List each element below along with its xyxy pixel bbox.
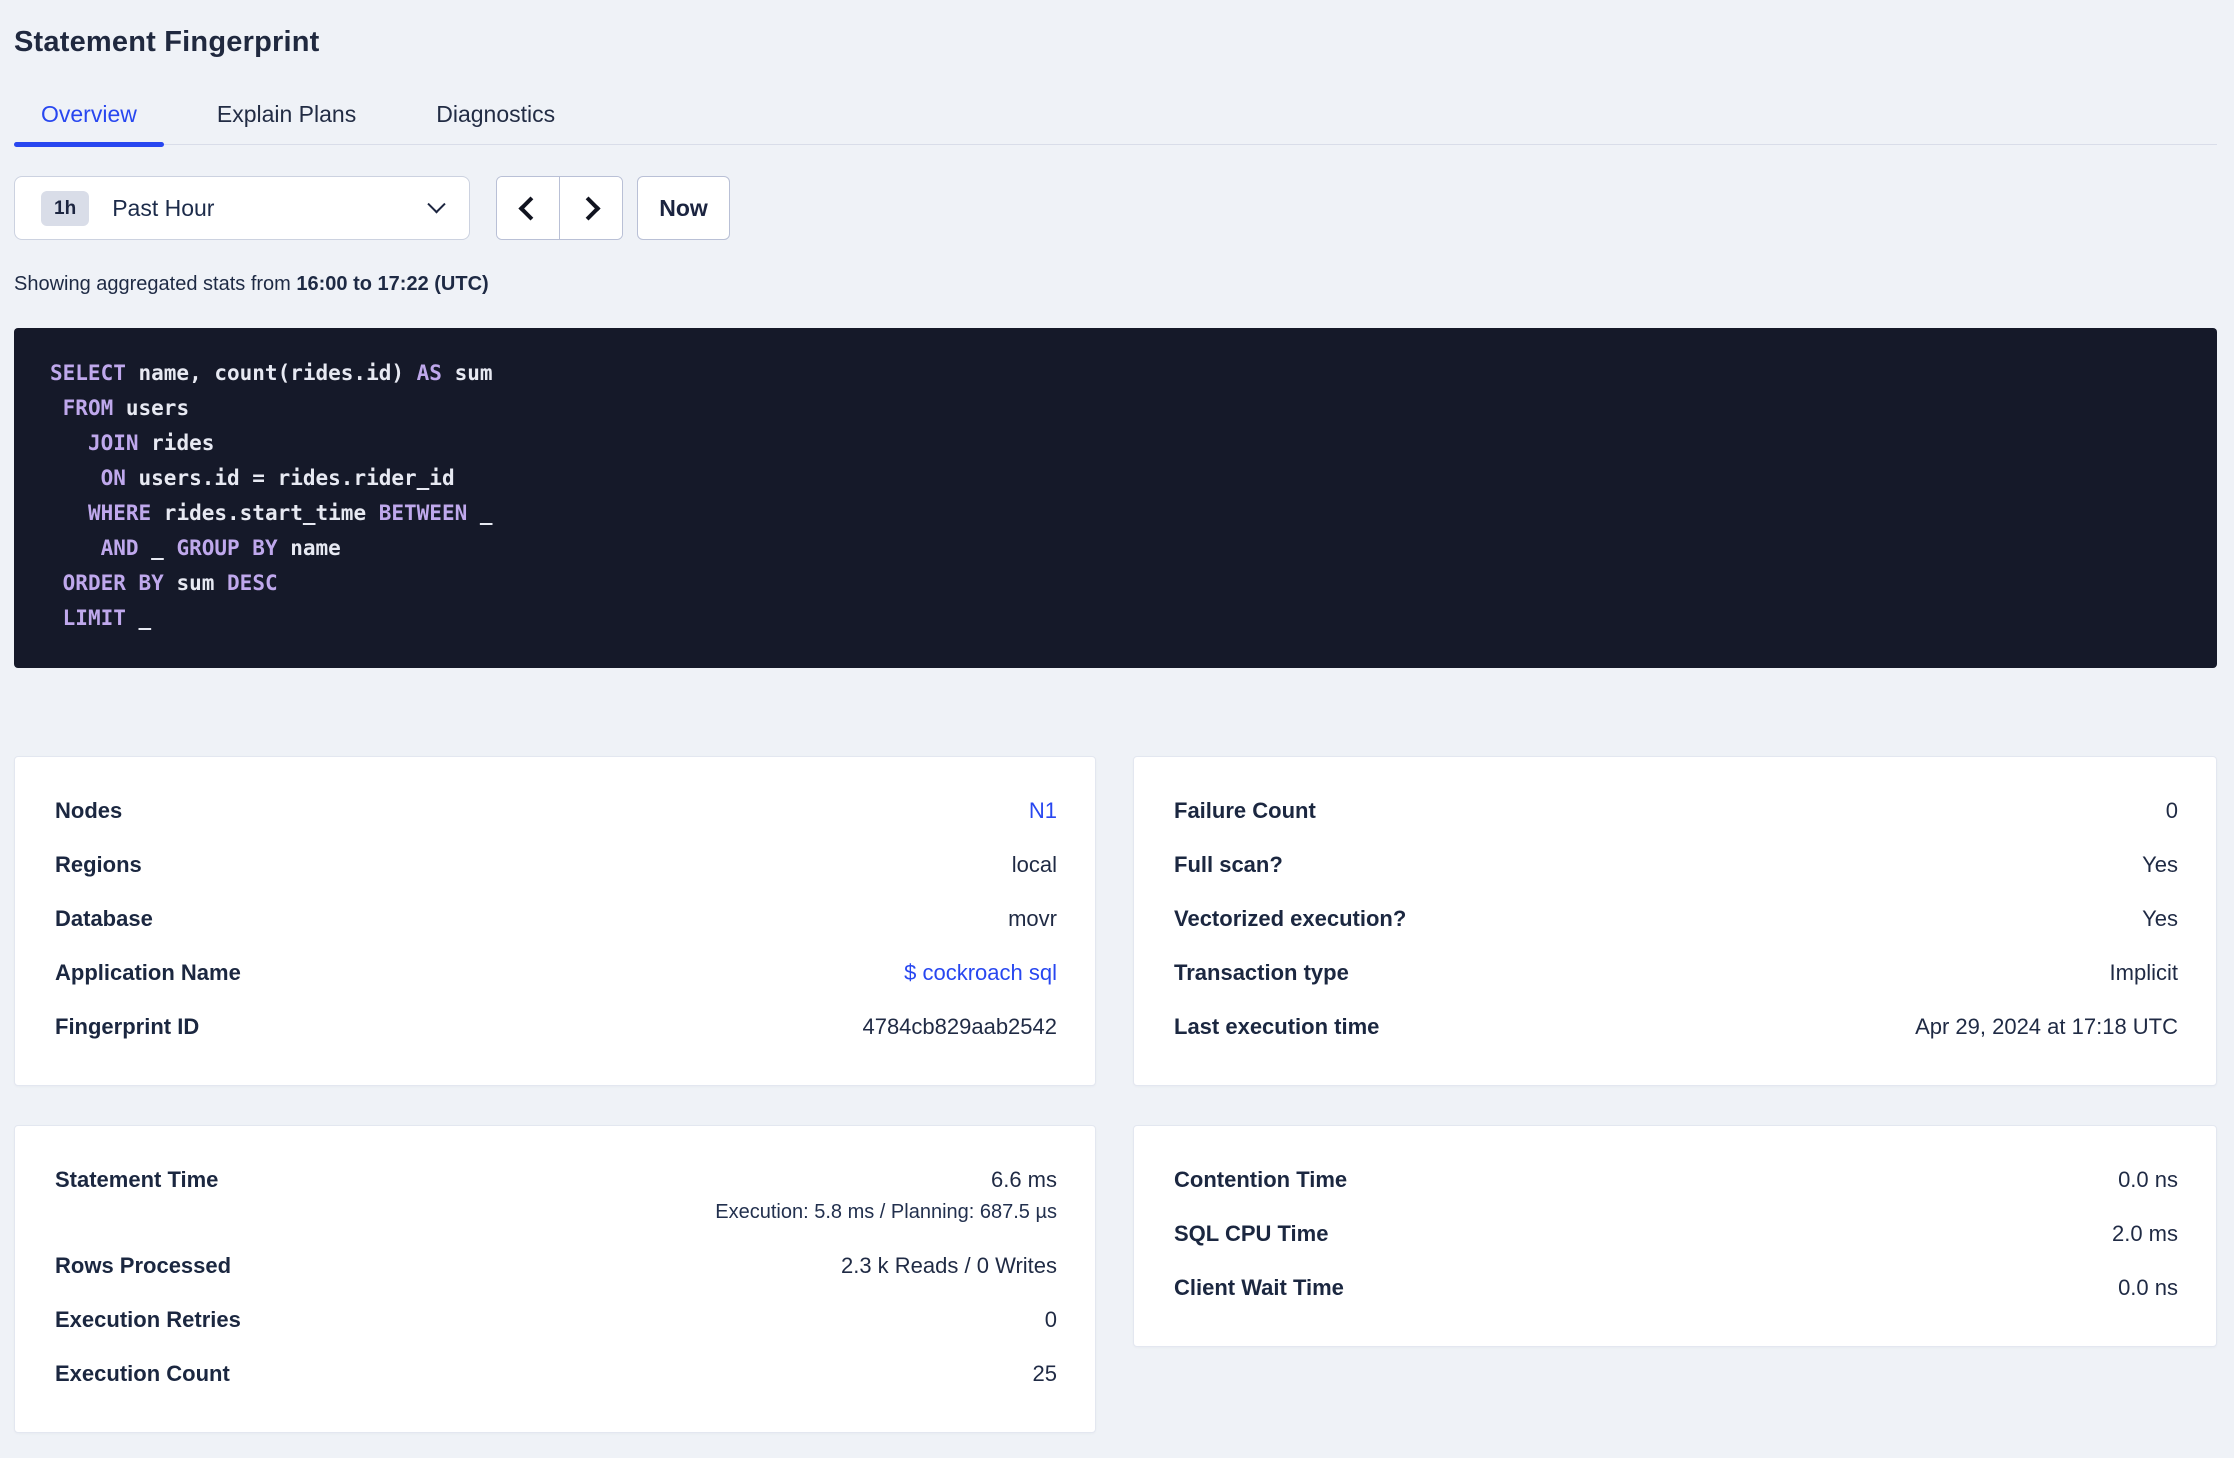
table-row: Regions local xyxy=(55,851,1057,879)
row-value: 25 xyxy=(1032,1361,1057,1386)
table-row: Execution Count 25 xyxy=(55,1360,1057,1388)
row-label: Fingerprint ID xyxy=(55,1014,200,1039)
row-label: Contention Time xyxy=(1174,1167,1348,1192)
row-value: Implicit xyxy=(2109,960,2178,985)
row-label: SQL CPU Time xyxy=(1174,1221,1329,1246)
row-label: Regions xyxy=(55,852,142,877)
stats-range: 16:00 to 17:22 (UTC) xyxy=(296,273,489,295)
chevron-left-icon xyxy=(518,195,543,221)
row-value: 6.6 ms Execution: 5.8 ms / Planning: 687.… xyxy=(715,1166,1057,1226)
table-row: Last execution time Apr 29, 2024 at 17:18… xyxy=(1174,1013,2178,1041)
row-label: Rows Processed xyxy=(55,1253,232,1278)
table-row: Vectorized execution? Yes xyxy=(1174,905,2178,933)
row-value-link[interactable]: $ cockroach sql xyxy=(904,959,1057,987)
row-label: Nodes xyxy=(55,798,123,823)
statement-info-card: Nodes N1 Regions local Database movr Applicati… xyxy=(14,756,1096,1086)
row-label: Client Wait Time xyxy=(1174,1275,1344,1300)
sql-line: AND _ GROUP BY name xyxy=(100,536,341,560)
time-controls: 1h Past Hour Now xyxy=(14,176,2217,240)
sql-line: SELECT name, count(rides.id) AS sum xyxy=(50,361,493,385)
previous-time-button[interactable] xyxy=(497,177,559,239)
row-label: Statement Time xyxy=(55,1167,219,1192)
row-label: Application Name xyxy=(55,960,241,985)
sql-line: LIMIT _ xyxy=(62,606,152,630)
row-label: Last execution time xyxy=(1174,1014,1380,1039)
execution-attributes-card: Failure Count 0 Full scan? Yes Vectorized ex… xyxy=(1133,756,2217,1086)
table-row: Database movr xyxy=(55,905,1057,933)
row-value: 2.0 ms xyxy=(2111,1221,2178,1246)
table-row: Nodes N1 xyxy=(55,797,1057,825)
table-row: Transaction type Implicit xyxy=(1174,959,2178,987)
row-value: 0.0 ns xyxy=(2118,1167,2178,1192)
time-range-label: Past Hour xyxy=(112,194,215,221)
row-label: Execution Count xyxy=(55,1361,230,1386)
tab-overview[interactable]: Overview xyxy=(14,101,164,147)
table-row: Fingerprint ID 4784cb829aab2542 xyxy=(55,1013,1057,1041)
table-row: Contention Time 0.0 ns xyxy=(1174,1166,2178,1194)
row-label: Database xyxy=(55,906,153,931)
tab-bar: Overview Explain Plans Diagnostics xyxy=(14,101,2217,147)
row-value: Yes xyxy=(2142,852,2178,877)
table-row: Application Name $ cockroach sql xyxy=(55,959,1057,987)
tab-explain-plans[interactable]: Explain Plans xyxy=(190,101,383,144)
row-label: Vectorized execution? xyxy=(1174,906,1407,931)
next-time-button[interactable] xyxy=(559,177,622,239)
stats-prefix: Showing aggregated stats from xyxy=(14,273,297,295)
row-value-link[interactable]: N1 xyxy=(1029,797,1057,825)
row-value: 0 xyxy=(1044,1307,1057,1332)
wait-time-card: Contention Time 0.0 ns SQL CPU Time 2.0 ms C… xyxy=(1133,1125,2217,1347)
sql-code: SELECT name, count(rides.id) AS sum FROM… xyxy=(50,356,2187,636)
table-row: Failure Count 0 xyxy=(1174,797,2178,825)
table-row: Statement Time 6.6 ms Execution: 5.8 ms / … xyxy=(55,1166,1057,1226)
sql-line: ORDER BY sum DESC xyxy=(62,571,278,595)
sql-line: JOIN rides xyxy=(87,431,215,455)
time-step-buttons xyxy=(496,176,623,240)
row-value: 2.3 k Reads / 0 Writes xyxy=(840,1253,1057,1278)
row-label: Transaction type xyxy=(1174,960,1349,985)
row-value: 4784cb829aab2542 xyxy=(862,1014,1057,1039)
detail-cards: Nodes N1 Regions local Database movr Applicati… xyxy=(14,756,2217,1433)
time-range-picker[interactable]: 1h Past Hour xyxy=(14,176,470,240)
table-row: Full scan? Yes xyxy=(1174,851,2178,879)
statement-performance-card: Statement Time 6.6 ms Execution: 5.8 ms / … xyxy=(14,1125,1096,1433)
page-title: Statement Fingerprint xyxy=(14,26,320,58)
row-value: Apr 29, 2024 at 17:18 UTC xyxy=(1915,1014,2178,1039)
sql-line: WHERE rides.start_time BETWEEN _ xyxy=(87,501,493,525)
table-row: Execution Retries 0 xyxy=(55,1306,1057,1334)
row-label: Failure Count xyxy=(1174,798,1316,823)
chevron-right-icon xyxy=(576,195,601,221)
row-value: local xyxy=(1011,852,1057,877)
row-value: Yes xyxy=(2142,906,2178,931)
row-value: movr xyxy=(1008,906,1057,931)
row-label: Full scan? xyxy=(1174,852,1283,877)
sql-line: FROM users xyxy=(62,396,190,420)
aggregated-stats-summary: Showing aggregated stats from 16:00 to 1… xyxy=(14,270,2217,298)
now-button[interactable]: Now xyxy=(637,176,730,240)
table-row: Client Wait Time 0.0 ns xyxy=(1174,1274,2178,1302)
table-row: SQL CPU Time 2.0 ms xyxy=(1174,1220,2178,1248)
row-label: Execution Retries xyxy=(55,1307,241,1332)
tab-diagnostics[interactable]: Diagnostics xyxy=(409,101,582,144)
sql-statement-block: SELECT name, count(rides.id) AS sum FROM… xyxy=(14,328,2217,668)
time-range-badge: 1h xyxy=(41,190,90,226)
sql-line: ON users.id = rides.rider_id xyxy=(100,466,455,490)
table-row: Rows Processed 2.3 k Reads / 0 Writes xyxy=(55,1252,1057,1280)
row-value: 0 xyxy=(2165,798,2178,823)
statement-fingerprint-page: Statement Fingerprint Overview Explain P… xyxy=(0,0,2234,1458)
chevron-down-icon xyxy=(427,194,446,213)
row-subvalue: Execution: 5.8 ms / Planning: 687.5 µs xyxy=(715,1201,1057,1223)
row-value: 0.0 ns xyxy=(2118,1275,2178,1300)
